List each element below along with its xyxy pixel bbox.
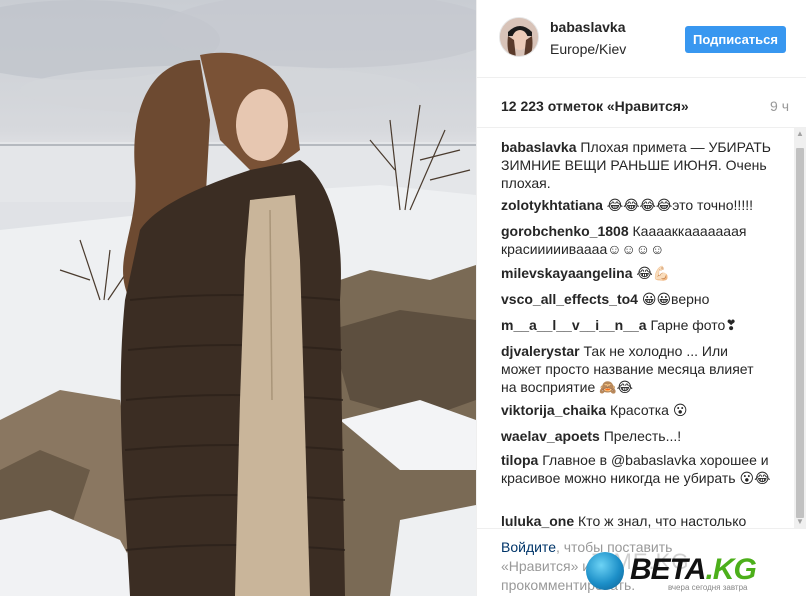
comment-author[interactable]: djvalerystar xyxy=(501,343,580,359)
comment: viktorija_chaika Красотка 😮 xyxy=(501,401,771,419)
up-arrow-icon[interactable]: ▲ xyxy=(794,128,806,140)
comment: m__a__l__v__i__n__a Гарне фото❣ xyxy=(501,316,771,334)
comment: gorobchenko_1808 Кааааккааааааая красиии… xyxy=(501,222,771,258)
comment: zolotykhtatiana 😂😂😂😂это точно!!!!! xyxy=(501,196,771,214)
betakg-tagline: вчера сегодня завтра xyxy=(668,583,748,592)
comment-text: 😂💪🏻 xyxy=(636,265,671,281)
down-arrow-icon[interactable]: ▼ xyxy=(794,516,806,528)
login-link[interactable]: Войдите xyxy=(501,539,556,555)
comment: vsco_all_effects_to4 😀😀верно xyxy=(501,290,771,308)
likes-row: 12 223 отметок «Нравится» 9 ч xyxy=(477,78,806,128)
comment-text: Гарне фото❣ xyxy=(650,317,738,333)
comment-text: 😀😀верно xyxy=(641,291,710,307)
comment-author[interactable]: luluka_one xyxy=(501,513,574,528)
post-photo xyxy=(0,0,476,596)
betakg-watermark: BETA.KG вчера сегодня завтра xyxy=(580,548,806,596)
comment-text: Кто ж знал, что настолько xyxy=(578,513,747,528)
comment: luluka_one Кто ж знал, что настолько xyxy=(501,512,771,528)
post-details-panel: babaslavka Europe/Kiev Подписаться 12 22… xyxy=(476,0,806,596)
post-header: babaslavka Europe/Kiev Подписаться xyxy=(477,0,806,78)
comment-author[interactable]: milevskayaangelina xyxy=(501,265,633,281)
comment-author[interactable]: babaslavka xyxy=(501,139,577,155)
scrollbar-thumb[interactable] xyxy=(796,148,804,518)
comment-author[interactable]: waelav_apoets xyxy=(501,428,600,444)
comments-list: babaslavka Плохая примета — УБИРАТЬ ЗИМН… xyxy=(477,128,795,528)
comment: babaslavka Плохая примета — УБИРАТЬ ЗИМН… xyxy=(501,138,771,192)
follow-button[interactable]: Подписаться xyxy=(685,26,786,53)
betakg-logo-main: BETA xyxy=(630,553,706,586)
comment: tilopa Главное в @babaslavka хорошее и к… xyxy=(501,451,771,487)
betakg-logo-suffix: .KG xyxy=(705,553,756,586)
post-location[interactable]: Europe/Kiev xyxy=(550,41,626,57)
comment-text: Главное в @babaslavka хорошее и красивое… xyxy=(501,452,771,486)
post-username[interactable]: babaslavka xyxy=(550,19,626,35)
avatar[interactable] xyxy=(499,17,539,57)
comment-author[interactable]: viktorija_chaika xyxy=(501,402,606,418)
comment-author[interactable]: gorobchenko_1808 xyxy=(501,223,629,239)
comment-author[interactable]: zolotykhtatiana xyxy=(501,197,603,213)
comment-text: Прелесть...! xyxy=(603,428,682,444)
avatar-image xyxy=(500,18,538,56)
comment: djvalerystar Так не холодно ... Или може… xyxy=(501,342,771,396)
comment: waelav_apoets Прелесть...! xyxy=(501,427,771,445)
comment: milevskayaangelina 😂💪🏻 xyxy=(501,264,771,282)
post-time: 9 ч xyxy=(770,98,789,114)
betakg-logo-text: BETA.KG xyxy=(630,553,757,587)
comment-author[interactable]: vsco_all_effects_to4 xyxy=(501,291,638,307)
comment-text: Красотка 😮 xyxy=(609,402,688,418)
comment-author[interactable]: tilopa xyxy=(501,452,538,468)
likes-count[interactable]: 12 223 отметок «Нравится» xyxy=(501,98,689,114)
comment-text: 😂😂😂😂это точно!!!!! xyxy=(606,197,753,213)
comments-scrollbar[interactable]: ▲ ▼ xyxy=(794,128,806,528)
globe-logo-icon xyxy=(586,552,624,590)
photo-scene xyxy=(0,0,476,596)
comment-author[interactable]: m__a__l__v__i__n__a xyxy=(501,317,647,333)
